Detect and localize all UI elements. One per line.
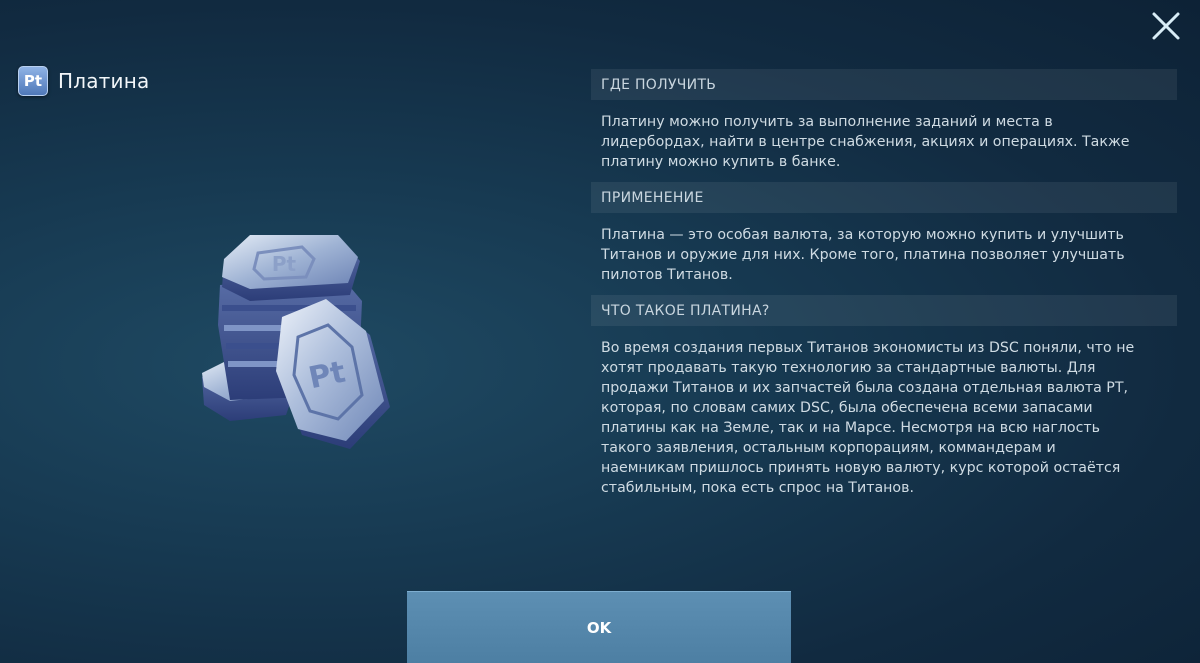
section-where-to-get: ГДЕ ПОЛУЧИТЬ Платину можно получить за в… bbox=[591, 69, 1177, 182]
text-line: Платину можно получить за выполнение зад… bbox=[601, 114, 1053, 130]
ok-button[interactable]: OK bbox=[407, 591, 791, 663]
close-button[interactable] bbox=[1146, 8, 1186, 48]
section-text: Во время создания первых Титанов экономи… bbox=[591, 326, 1177, 508]
text-line: которая, по словам самих DSC, была обесп… bbox=[601, 400, 1093, 416]
text-line: продажи Титанов и их запчастей была созд… bbox=[601, 380, 1129, 396]
text-line: лидербордах, найти в центре снабжения, а… bbox=[601, 134, 1130, 150]
svg-text:Pt: Pt bbox=[272, 252, 297, 276]
close-icon bbox=[1152, 12, 1180, 40]
text-line: пилотов Титанов. bbox=[601, 267, 733, 283]
platinum-coins-icon: Pt Pt bbox=[202, 235, 390, 449]
section-heading: ЧТО ТАКОЕ ПЛАТИНА? bbox=[591, 295, 1177, 326]
title-row: Pt Платина bbox=[18, 66, 149, 96]
section-what-is-platinum: ЧТО ТАКОЕ ПЛАТИНА? Во время создания пер… bbox=[591, 295, 1177, 508]
svg-text:Pt: Pt bbox=[306, 355, 349, 397]
section-heading: ГДЕ ПОЛУЧИТЬ bbox=[591, 69, 1177, 100]
info-panel: ГДЕ ПОЛУЧИТЬ Платину можно получить за в… bbox=[591, 69, 1177, 508]
text-line: платины как на Земле, так и на Марсе. Не… bbox=[601, 420, 1101, 436]
badge-text: Pt bbox=[23, 72, 43, 90]
platinum-badge-icon: Pt bbox=[18, 66, 48, 96]
text-line: платину можно купить в банке. bbox=[601, 154, 841, 170]
text-line: такого заявления, остальным корпорациям,… bbox=[601, 440, 1056, 456]
text-line: стабильным, пока есть спрос на Титанов. bbox=[601, 480, 914, 496]
text-line: Титанов и оружие для них. Кроме того, пл… bbox=[601, 247, 1125, 263]
text-line: Во время создания первых Титанов экономи… bbox=[601, 340, 1135, 356]
section-text: Платина — это особая валюта, за которую … bbox=[591, 213, 1177, 295]
section-heading: ПРИМЕНЕНИЕ bbox=[591, 182, 1177, 213]
section-usage: ПРИМЕНЕНИЕ Платина — это особая валюта, … bbox=[591, 182, 1177, 295]
page-title: Платина bbox=[58, 69, 150, 93]
text-line: хотят продавать такую технологию за стан… bbox=[601, 360, 1096, 376]
text-line: наемникам пришлось принять новую валюту,… bbox=[601, 460, 1121, 476]
section-text: Платину можно получить за выполнение зад… bbox=[591, 100, 1177, 182]
ok-button-label: OK bbox=[586, 618, 612, 637]
text-line: Платина — это особая валюта, за которую … bbox=[601, 227, 1124, 243]
